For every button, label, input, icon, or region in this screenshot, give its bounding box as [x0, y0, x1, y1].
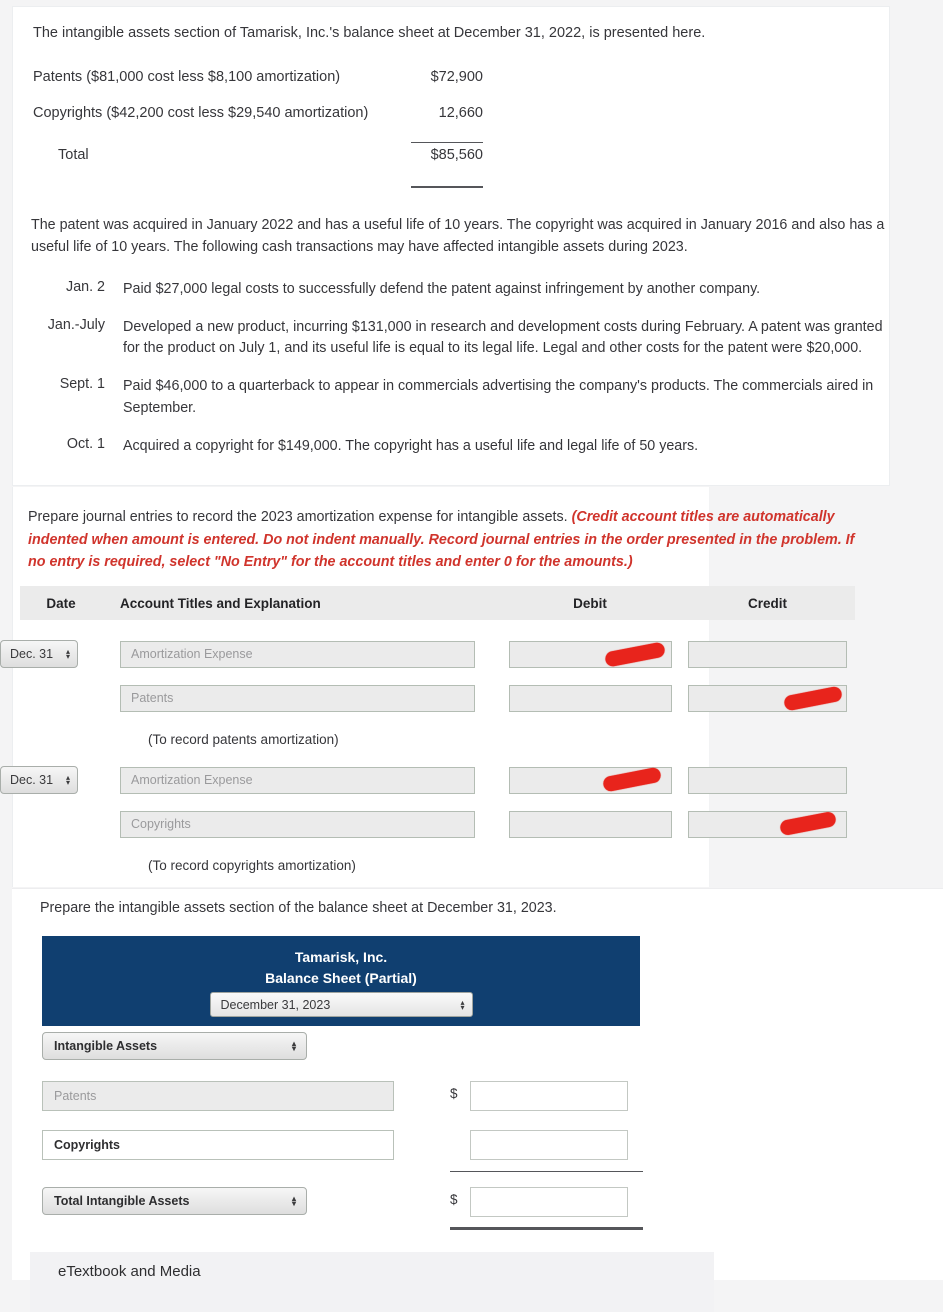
spinner-icon[interactable]: ▴ ▾ — [460, 998, 464, 1011]
transaction-date: Oct. 1 — [66, 435, 105, 452]
statement-name: Balance Sheet (Partial) — [265, 969, 417, 986]
table-row: Patents ($81,000 cost less $8,100 amorti… — [33, 69, 483, 105]
journal-credit-cell — [680, 766, 855, 794]
date-select-value: Dec. 31 — [10, 773, 54, 787]
table-row: Copyrights — [20, 802, 855, 846]
total-amount-input[interactable] — [470, 1187, 628, 1217]
section-header-value: Intangible Assets — [54, 1039, 158, 1053]
table-row: Copyrights ($42,200 cost less $29,540 am… — [33, 105, 483, 141]
total-rule — [450, 1227, 643, 1230]
date-select-value: December 31, 2023 — [220, 997, 331, 1012]
summary-label: Copyrights ($42,200 cost less $29,540 am… — [33, 105, 369, 121]
spinner-icon[interactable]: ▴ ▾ — [66, 648, 70, 661]
account-input-2-debit[interactable]: Amortization Expense — [120, 766, 475, 794]
column-header-date: Date — [46, 595, 76, 611]
journal-entry-table: Date Account Titles and Explanation Debi… — [0, 586, 855, 884]
company-name: Tamarisk, Inc. — [294, 949, 388, 965]
transaction-text: Paid $27,000 legal costs to successfully… — [123, 281, 761, 297]
journal-debit-cell — [500, 766, 680, 794]
credit-input-2-debit[interactable] — [688, 766, 847, 794]
journal-debit-cell — [500, 684, 680, 712]
transaction-date: Sept. 1 — [59, 376, 105, 393]
balance-sheet-prompt: Prepare the intangible assets section of… — [40, 900, 557, 916]
balance-sheet-header: Tamarisk, Inc. Balance Sheet (Partial) D… — [42, 936, 640, 1026]
date-select-entry1[interactable]: Dec. 31 ▴ ▾ — [0, 640, 78, 668]
debit-input-2-credit[interactable] — [508, 810, 672, 838]
transaction-date: Jan.-July — [47, 316, 105, 333]
total-label-value: Total Intangible Assets — [54, 1194, 190, 1208]
list-item: Jan. 2 Paid $27,000 legal costs to succe… — [31, 279, 891, 301]
transaction-text: Developed a new product, incurring $131,… — [123, 318, 883, 357]
transaction-list: Jan. 2 Paid $27,000 legal costs to succe… — [31, 279, 891, 473]
journal-instructions: Prepare journal entries to record the 20… — [28, 506, 858, 574]
journal-memo-1: (To record patents amortization) — [148, 731, 339, 747]
problem-intro: The intangible assets section of Tamaris… — [33, 25, 706, 41]
total-rule — [411, 186, 483, 188]
balance-sheet-rows: Intangible Assets ▴ ▾ Patents $ Copyright… — [42, 1032, 662, 1230]
date-select-value: Dec. 31 — [10, 647, 54, 661]
dollar-sign: $ — [450, 1192, 458, 1207]
list-item: Jan.-July Developed a new product, incur… — [31, 317, 891, 360]
total-label-select[interactable]: Total Intangible Assets ▴ ▾ — [42, 1187, 307, 1215]
journal-table-header: Date Account Titles and Explanation Debi… — [20, 586, 855, 620]
problem-paragraph: The patent was acquired in January 2022 … — [31, 217, 885, 255]
debit-input-1-credit[interactable] — [508, 684, 672, 712]
column-header-credit: Credit — [747, 595, 787, 611]
spinner-icon[interactable]: ▴ ▾ — [66, 774, 70, 787]
amount-input-copyrights[interactable] — [470, 1130, 628, 1160]
table-row: Patents — [20, 676, 855, 720]
journal-account-cell: Copyrights — [102, 810, 500, 838]
journal-credit-cell — [680, 684, 855, 712]
journal-debit-cell — [500, 810, 680, 838]
spinner-icon[interactable]: ▴ ▾ — [292, 1040, 296, 1053]
journal-credit-cell — [680, 810, 855, 838]
journal-memo-row: (To record copyrights amortization) — [20, 846, 855, 884]
journal-debit-cell — [500, 640, 680, 668]
balance-sheet-total-row: Total Intangible Assets ▴ ▾ $ — [42, 1179, 662, 1230]
etextbook-and-media-panel[interactable]: eTextbook and Media — [30, 1252, 714, 1312]
transaction-text: Paid $46,000 to a quarterback to appear … — [123, 378, 874, 416]
account-input-1-debit[interactable]: Amortization Expense — [120, 640, 475, 668]
line-item-input-patents[interactable]: Patents — [42, 1081, 394, 1111]
table-row: Copyrights — [42, 1130, 662, 1179]
journal-account-cell: Amortization Expense — [102, 640, 500, 668]
journal-account-cell: Amortization Expense — [102, 766, 500, 794]
amount-input-patents[interactable] — [470, 1081, 628, 1111]
line-item-input-copyrights[interactable]: Copyrights — [42, 1130, 394, 1160]
transaction-date: Jan. 2 — [66, 279, 105, 295]
table-row: Dec. 31 ▴ ▾ Amortization Expense — [0, 632, 855, 676]
balance-sheet-date-select[interactable]: December 31, 2023 ▴ ▾ — [209, 992, 473, 1018]
column-header-debit: Debit — [573, 595, 607, 611]
account-input-2-credit[interactable]: Copyrights — [120, 810, 475, 838]
journal-credit-cell — [680, 640, 855, 668]
balance-sheet-section-row: Intangible Assets ▴ ▾ — [42, 1032, 662, 1081]
summary-total-label: Total — [58, 147, 89, 163]
account-input-1-credit[interactable]: Patents — [120, 684, 475, 712]
list-item: Oct. 1 Acquired a copyright for $149,000… — [31, 436, 891, 458]
date-select-entry2[interactable]: Dec. 31 ▴ ▾ — [0, 766, 78, 794]
transaction-text: Acquired a copyright for $149,000. The c… — [123, 437, 699, 454]
journal-instruction-plain: Prepare journal entries to record the 20… — [28, 509, 568, 525]
journal-account-cell: Patents — [102, 684, 500, 712]
table-row: Total $85,560 — [33, 141, 483, 177]
problem-card: The intangible assets section of Tamaris… — [12, 6, 890, 486]
subtotal-rule — [411, 142, 483, 143]
etextbook-label: eTextbook and Media — [58, 1263, 201, 1280]
subtotal-rule — [450, 1171, 643, 1172]
credit-input-1-debit[interactable] — [688, 640, 847, 668]
summary-total-amount: $85,560 — [430, 147, 483, 163]
dollar-sign: $ — [450, 1086, 458, 1101]
table-row: Dec. 31 ▴ ▾ Amortization Expense — [0, 758, 855, 802]
summary-amount: $72,900 — [430, 69, 483, 85]
column-header-account: Account Titles and Explanation — [120, 595, 321, 611]
summary-amount: 12,660 — [438, 105, 483, 121]
spinner-icon[interactable]: ▴ ▾ — [292, 1195, 296, 1208]
list-item: Sept. 1 Paid $46,000 to a quarterback to… — [31, 376, 891, 419]
section-header-select[interactable]: Intangible Assets ▴ ▾ — [42, 1032, 307, 1060]
journal-memo-2: (To record copyrights amortization) — [148, 857, 356, 873]
journal-memo-row: (To record patents amortization) — [20, 720, 855, 758]
table-row: Patents $ — [42, 1081, 662, 1130]
summary-label: Patents ($81,000 cost less $8,100 amorti… — [33, 69, 341, 85]
asset-summary-table: Patents ($81,000 cost less $8,100 amorti… — [33, 69, 483, 188]
